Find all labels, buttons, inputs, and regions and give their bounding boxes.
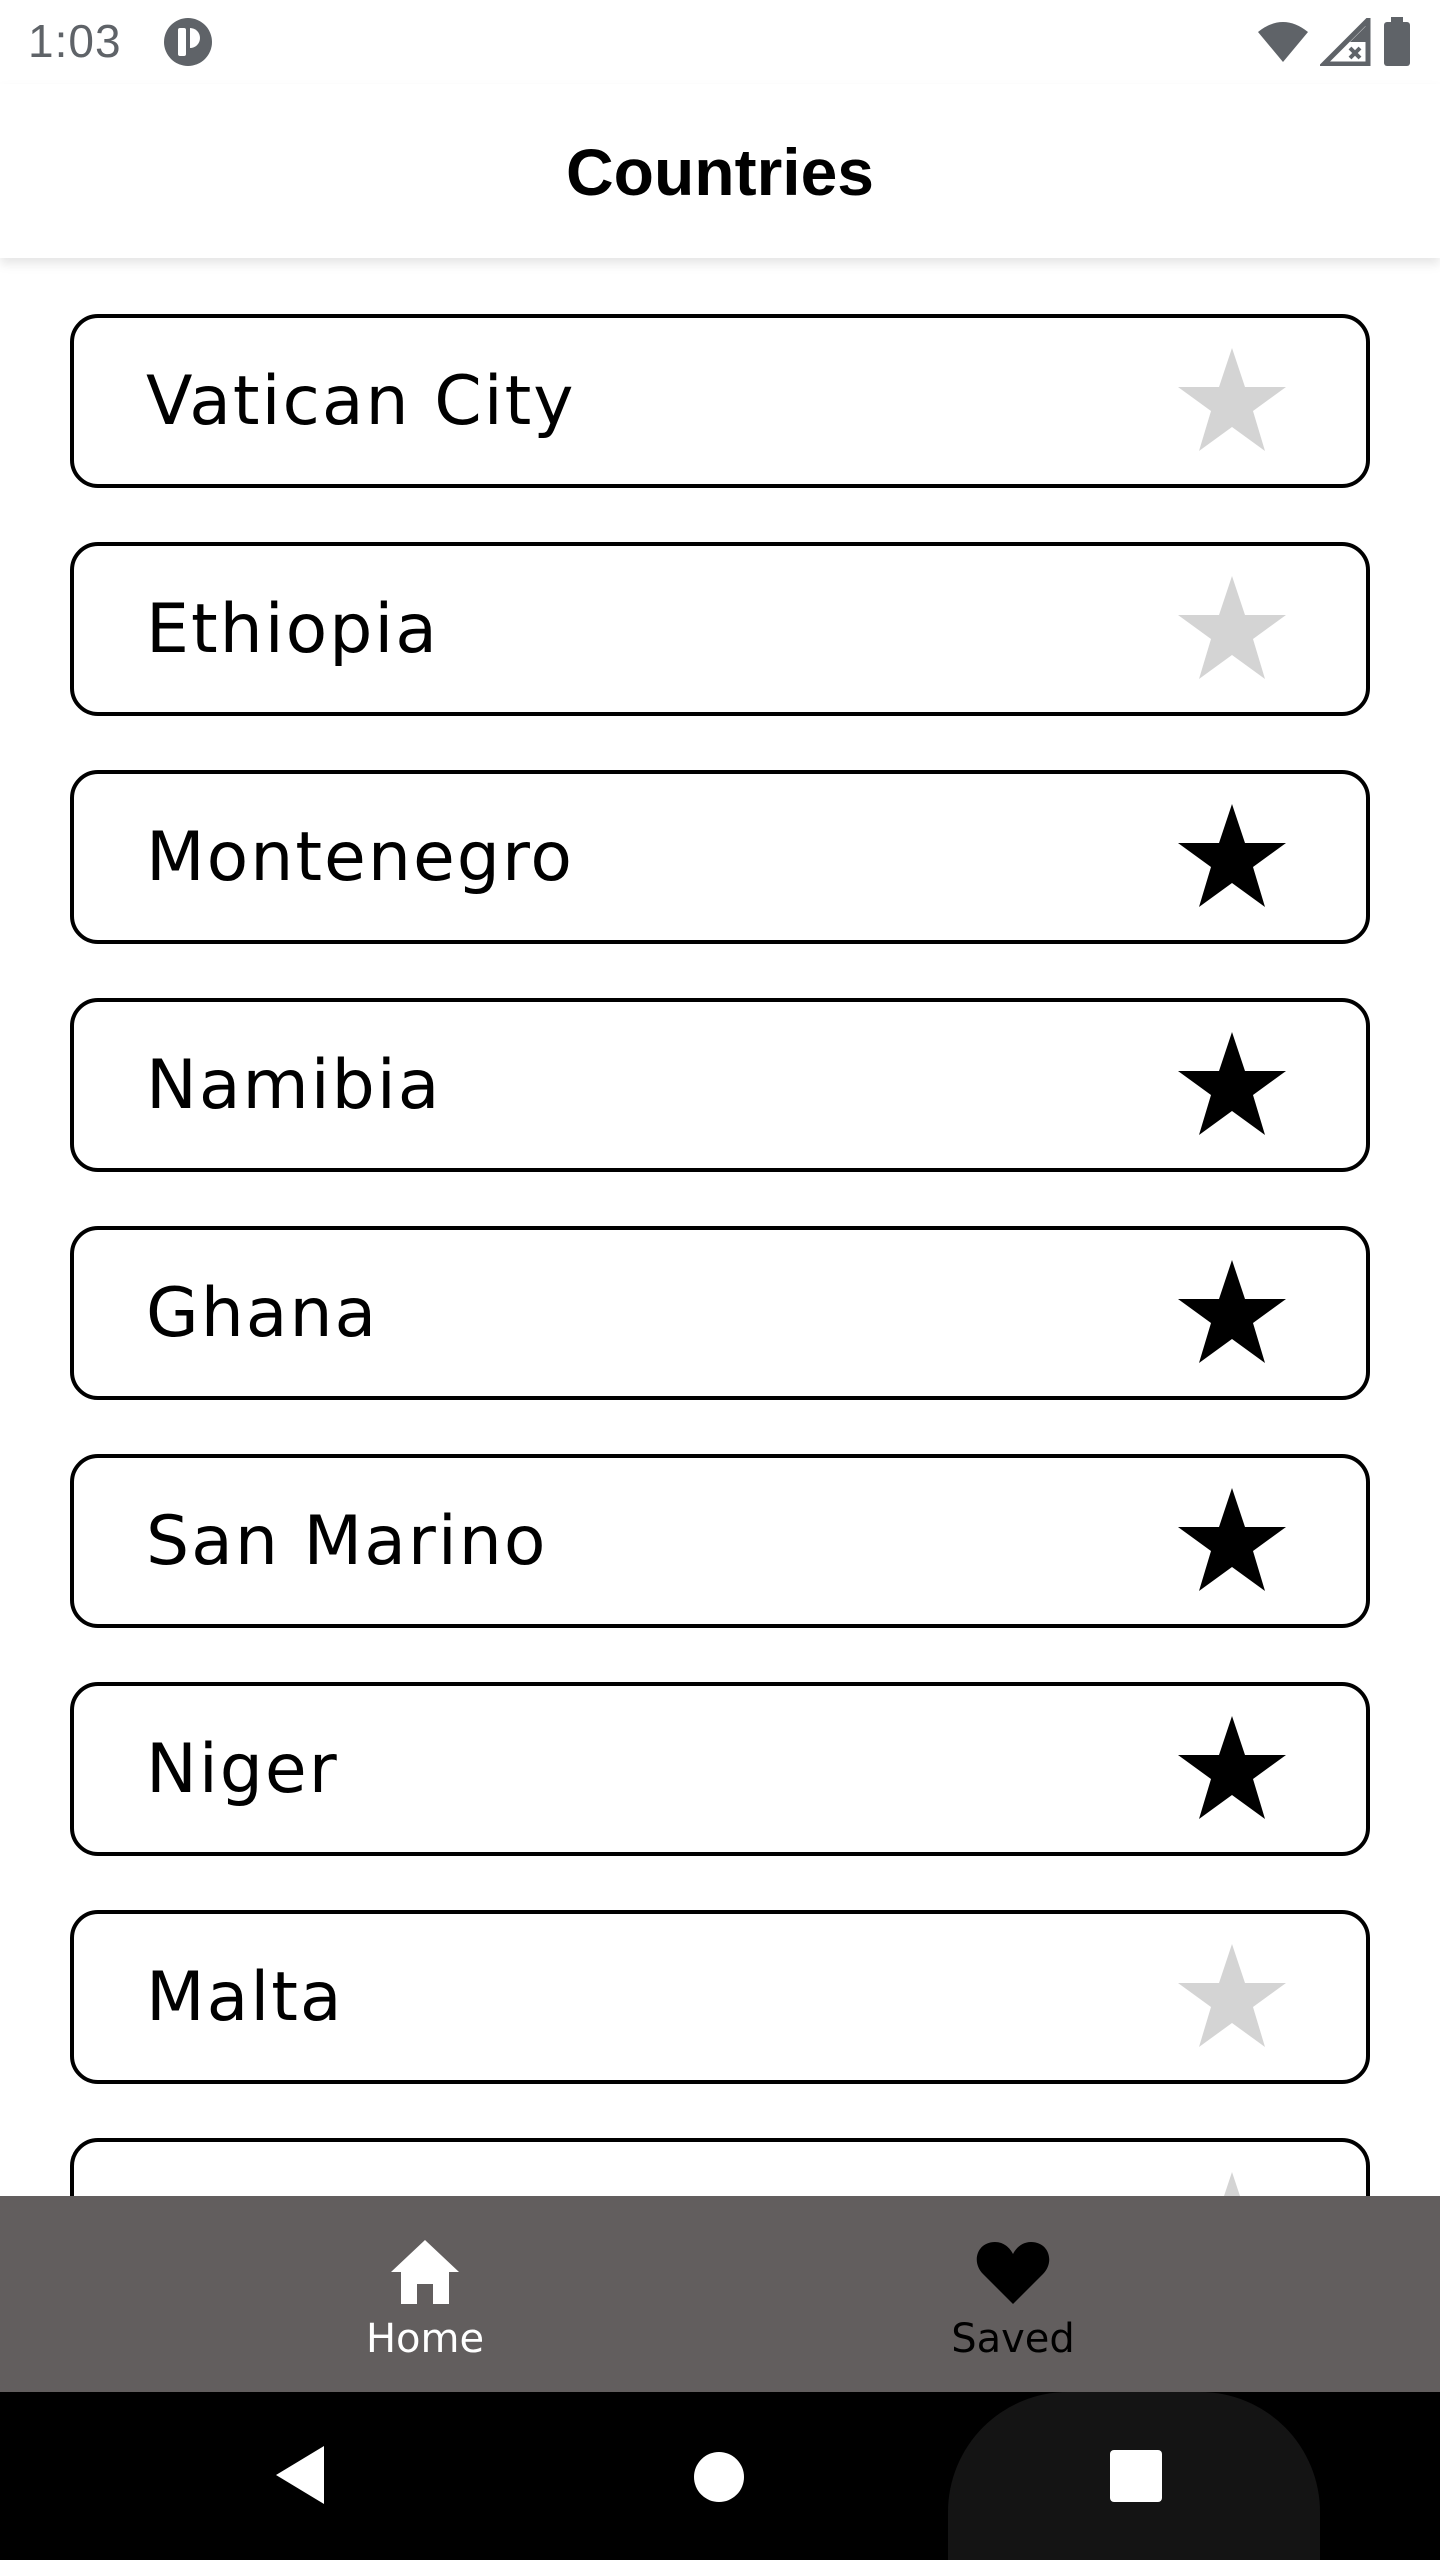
country-card[interactable]: Niger — [70, 1682, 1370, 1856]
nav-saved-label: Saved — [951, 2316, 1075, 2362]
battery-icon — [1384, 17, 1410, 66]
home-icon — [391, 2240, 459, 2304]
star-icon[interactable] — [1174, 1484, 1290, 1600]
country-name: Namibia — [146, 1045, 442, 1125]
star-icon[interactable] — [1174, 1712, 1290, 1828]
wifi-icon — [1258, 22, 1308, 62]
status-bar: 1:03 — [0, 0, 1440, 84]
star-icon[interactable] — [1174, 2168, 1290, 2196]
country-name: Malta — [146, 1957, 344, 2037]
country-card[interactable]: Vatican City — [70, 314, 1370, 488]
page-title: Countries — [565, 135, 875, 209]
country-name: Montenegro — [146, 817, 575, 897]
country-card[interactable]: Ethiopia — [70, 542, 1370, 716]
country-card[interactable]: Ghana — [70, 1226, 1370, 1400]
country-name: San Marino — [146, 1501, 548, 1581]
heart-icon — [976, 2242, 1050, 2304]
country-card[interactable]: Montenegro — [70, 770, 1370, 944]
back-icon[interactable] — [270, 2442, 330, 2508]
country-card[interactable]: Namibia — [70, 998, 1370, 1172]
star-icon[interactable] — [1174, 800, 1290, 916]
star-icon[interactable] — [1174, 1940, 1290, 2056]
system-navigation-bar — [0, 2392, 1440, 2560]
country-name: Vatican City — [146, 361, 576, 441]
status-time: 1:03 — [28, 15, 122, 67]
bottom-navigation: Home Saved — [0, 2196, 1440, 2392]
app-bar: Countries — [0, 84, 1440, 258]
app-indicator-icon — [164, 18, 212, 66]
country-list[interactable]: Vatican City Ethiopia Montenegro Namibia Gha… — [0, 258, 1440, 2196]
star-icon[interactable] — [1174, 1028, 1290, 1144]
country-card[interactable]: Malta — [70, 1910, 1370, 2084]
nav-home-label: Home — [365, 2316, 485, 2362]
star-icon[interactable] — [1174, 1256, 1290, 1372]
country-card[interactable]: San Marino — [70, 1454, 1370, 1628]
star-icon[interactable] — [1174, 572, 1290, 688]
signal-icon — [1320, 18, 1371, 66]
star-icon[interactable] — [1174, 344, 1290, 460]
country-name: Ghana — [146, 1273, 379, 1353]
country-name: Kazakhstan — [146, 2142, 558, 2197]
recents-icon[interactable] — [1108, 2448, 1164, 2504]
country-name: Niger — [146, 1729, 339, 1809]
nav-home[interactable]: Home — [275, 2196, 575, 2392]
country-card[interactable]: Kazakhstan — [70, 2138, 1370, 2196]
home-circle-icon[interactable] — [692, 2450, 746, 2504]
country-name: Ethiopia — [146, 589, 439, 669]
nav-saved[interactable]: Saved — [863, 2196, 1163, 2392]
status-icons — [1256, 16, 1412, 68]
